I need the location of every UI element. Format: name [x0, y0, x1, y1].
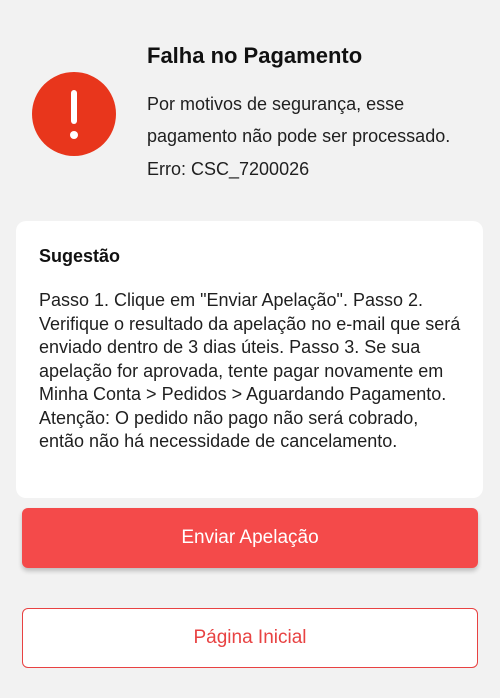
error-message: Por motivos de segurança, esse pagamento…: [147, 94, 451, 146]
home-page-button[interactable]: Página Inicial: [22, 608, 478, 668]
error-title: Falha no Pagamento: [147, 43, 363, 68]
suggestion-card: Sugestão Passo 1. Clique em "Enviar Apel…: [16, 221, 483, 498]
error-code: Erro: CSC_7200026: [147, 159, 310, 179]
suggestion-text: Passo 1. Clique em "Enviar Apelação". Pa…: [39, 290, 461, 451]
exclamation-icon: [32, 72, 116, 156]
send-appeal-button[interactable]: Enviar Apelação: [22, 508, 478, 568]
error-header: Falha no Pagamento Por motivos de segura…: [0, 0, 500, 210]
suggestion-title: Sugestão: [39, 246, 121, 266]
exclamation-glyph: [70, 90, 78, 139]
payment-failure-screen: Falha no Pagamento Por motivos de segura…: [0, 0, 500, 698]
